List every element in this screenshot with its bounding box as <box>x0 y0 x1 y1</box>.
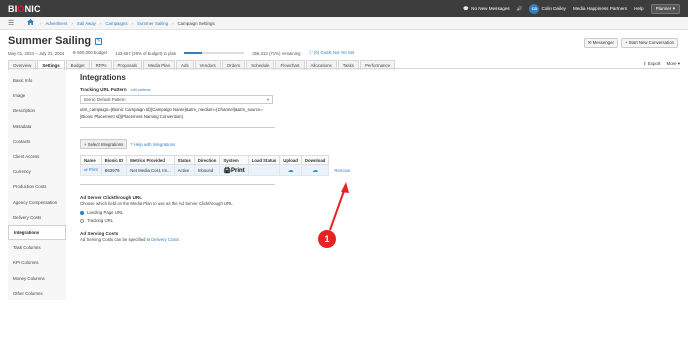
annotation-arrow <box>329 182 349 231</box>
annotation-badge: 1 <box>318 230 336 248</box>
